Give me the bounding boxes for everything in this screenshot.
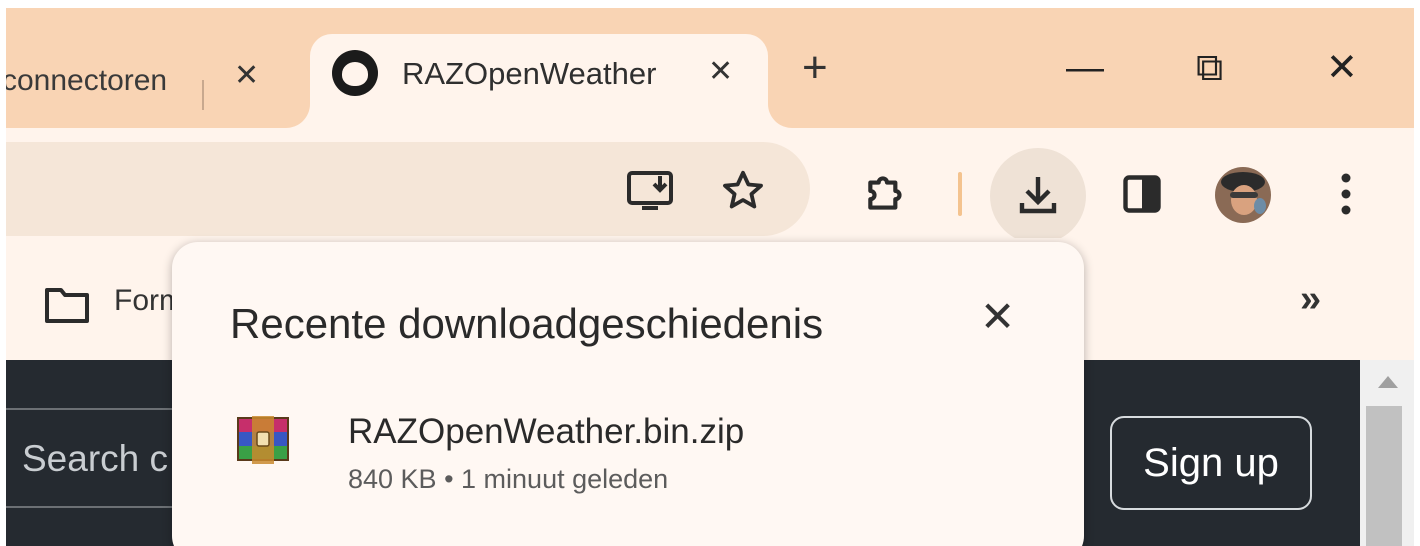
side-panel-icon[interactable]	[1120, 172, 1164, 216]
tab-close-button[interactable]: ✕	[234, 58, 259, 93]
more-menu-icon[interactable]	[1332, 168, 1360, 220]
tab-razopenweather[interactable]: RAZOpenWeather ✕	[310, 34, 768, 128]
page-scrollbar[interactable]	[1360, 360, 1414, 546]
scrollbar-thumb[interactable]	[1366, 406, 1402, 546]
popup-close-button[interactable]: ✕	[980, 292, 1015, 341]
new-tab-button[interactable]: +	[802, 46, 828, 90]
github-icon	[332, 50, 378, 96]
download-history-popup: Recente downloadgeschiedenis ✕ RAZOpenWe…	[172, 242, 1084, 546]
browser-toolbar	[6, 128, 1414, 244]
bookmarks-overflow-button[interactable]: »	[1300, 278, 1321, 321]
bookmark-star-icon[interactable]	[720, 168, 766, 214]
download-button[interactable]	[990, 148, 1086, 244]
folder-icon	[45, 288, 89, 323]
minimize-button[interactable]: —	[1066, 46, 1104, 90]
scroll-up-arrow-icon[interactable]	[1378, 376, 1398, 388]
download-item[interactable]: RAZOpenWeather.bin.zip 840 KB • 1 minuut…	[212, 400, 1032, 504]
download-file-name: RAZOpenWeather.bin.zip	[348, 412, 745, 451]
tab-title: connectoren	[6, 64, 168, 97]
outer-margin-top	[0, 0, 1420, 8]
toolbar-divider	[958, 172, 962, 216]
install-app-icon[interactable]	[626, 170, 678, 216]
browser-window: connectoren ✕ RAZOpenWeather ✕ + — ⧉ ✕ F…	[6, 8, 1414, 546]
search-placeholder: Search c	[22, 438, 169, 479]
tab-title: RAZOpenWeather	[402, 56, 657, 91]
profile-avatar[interactable]	[1214, 166, 1272, 224]
winrar-archive-icon	[237, 416, 289, 464]
tab-strip: connectoren ✕ RAZOpenWeather ✕ + — ⧉ ✕	[6, 8, 1414, 128]
popup-title: Recente downloadgeschiedenis	[230, 300, 824, 347]
download-icon	[1019, 177, 1057, 214]
tab-connectoren[interactable]: connectoren ✕	[6, 34, 296, 128]
tab-separator	[202, 80, 204, 110]
tab-close-button[interactable]: ✕	[708, 54, 733, 89]
download-file-meta: 840 KB • 1 minuut geleden	[348, 464, 669, 494]
address-bar[interactable]	[6, 142, 810, 236]
extensions-icon[interactable]	[862, 168, 912, 218]
restore-button[interactable]: ⧉	[1196, 46, 1223, 90]
close-window-button[interactable]: ✕	[1326, 46, 1358, 90]
sign-up-button[interactable]: Sign up	[1110, 416, 1312, 510]
